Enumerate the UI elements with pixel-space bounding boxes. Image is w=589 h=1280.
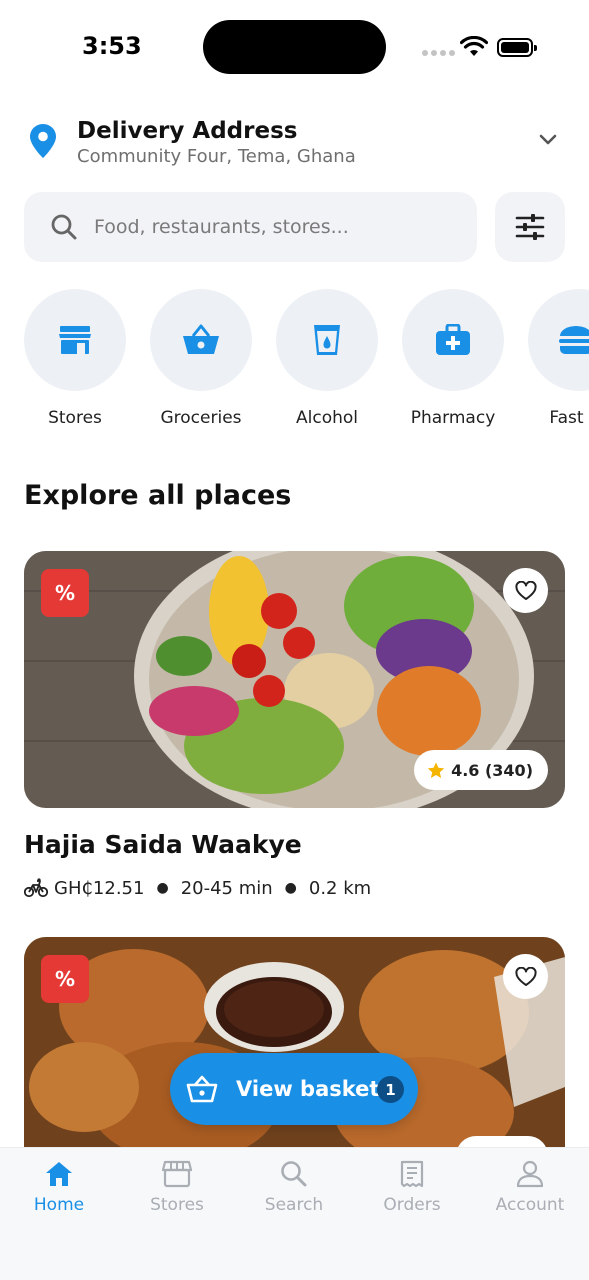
rating-pill bbox=[456, 1136, 548, 1147]
section-title: Explore all places bbox=[24, 480, 292, 511]
category-stores-circle[interactable] bbox=[24, 289, 126, 391]
delivery-fee: GH₵12.51 bbox=[54, 877, 145, 899]
category-fast-food-circle[interactable] bbox=[528, 289, 589, 391]
sliders-icon bbox=[515, 214, 545, 240]
tab-orders[interactable]: Orders bbox=[357, 1160, 467, 1215]
delivery-address: Community Four, Tema, Ghana bbox=[77, 146, 356, 167]
home-icon bbox=[46, 1162, 72, 1186]
tab-label: Account bbox=[495, 1195, 565, 1215]
category-alcohol[interactable]: Alcohol bbox=[276, 289, 378, 428]
promo-badge: % bbox=[41, 569, 89, 617]
receipt-icon bbox=[400, 1160, 424, 1188]
dynamic-island bbox=[203, 20, 386, 74]
distance: 0.2 km bbox=[308, 877, 372, 899]
star-icon bbox=[427, 762, 445, 778]
rating-pill: 4.6 (340) bbox=[414, 750, 548, 790]
category-pharmacy-circle[interactable] bbox=[402, 289, 504, 391]
glass-icon bbox=[314, 325, 340, 355]
category-alcohol-circle[interactable] bbox=[276, 289, 378, 391]
tab-home[interactable]: Home bbox=[4, 1160, 114, 1215]
filter-button[interactable] bbox=[495, 192, 565, 262]
location-pin-icon bbox=[30, 124, 56, 158]
tab-account[interactable]: Account bbox=[475, 1160, 585, 1215]
category-strip[interactable]: Stores Groceries Alcohol Pharmacy Fast bbox=[0, 289, 589, 439]
tab-label: Home bbox=[33, 1195, 85, 1215]
tab-label: Orders bbox=[383, 1195, 441, 1215]
basket-icon bbox=[183, 324, 219, 354]
category-groceries-circle[interactable] bbox=[150, 289, 252, 391]
view-basket-label: View basket bbox=[236, 1077, 380, 1101]
category-pharmacy[interactable]: Pharmacy bbox=[402, 289, 504, 428]
bottom-tab-bar: Home Stores Search Orders Account bbox=[0, 1147, 589, 1280]
delivery-time: 20-45 min bbox=[180, 877, 273, 899]
store-icon bbox=[162, 1160, 192, 1188]
separator-dot: ● bbox=[156, 880, 169, 896]
tab-label: Stores bbox=[150, 1195, 204, 1215]
basket-icon bbox=[186, 1075, 218, 1103]
heart-icon bbox=[514, 580, 537, 600]
place-name[interactable]: Hajia Saida Waakye bbox=[24, 830, 302, 859]
delivery-title: Delivery Address bbox=[77, 118, 298, 144]
bicycle-icon bbox=[24, 878, 48, 898]
favorite-button[interactable] bbox=[503, 954, 548, 999]
category-groceries[interactable]: Groceries bbox=[150, 289, 252, 428]
rating-text: 4.6 (340) bbox=[451, 760, 533, 780]
category-label: Fast Fo bbox=[549, 408, 589, 428]
category-fast-food[interactable]: Fast Fo bbox=[528, 289, 589, 428]
medical-bag-icon bbox=[436, 324, 470, 355]
user-icon bbox=[516, 1160, 544, 1188]
category-label: Groceries bbox=[160, 408, 242, 428]
category-label: Pharmacy bbox=[410, 408, 496, 428]
storefront-icon bbox=[59, 326, 91, 354]
promo-badge: % bbox=[41, 955, 89, 1003]
wifi-icon bbox=[460, 36, 488, 56]
cellular-signal-icon bbox=[422, 50, 455, 56]
basket-count-badge: 1 bbox=[377, 1076, 404, 1103]
place-meta: GH₵12.51 ● 20-45 min ● 0.2 km bbox=[24, 875, 371, 901]
delivery-address-selector[interactable]: Delivery Address Community Four, Tema, G… bbox=[24, 112, 565, 172]
search-icon bbox=[281, 1161, 307, 1187]
heart-icon bbox=[514, 966, 537, 986]
view-basket-button[interactable]: View basket 1 bbox=[170, 1053, 418, 1125]
search-bar[interactable] bbox=[24, 192, 477, 262]
category-label: Alcohol bbox=[296, 408, 358, 428]
battery-icon bbox=[497, 38, 537, 57]
category-stores[interactable]: Stores bbox=[24, 289, 126, 428]
status-bar: 3:53 bbox=[0, 0, 589, 95]
search-icon bbox=[51, 214, 77, 240]
tab-label: Search bbox=[264, 1195, 324, 1215]
tab-search[interactable]: Search bbox=[239, 1160, 349, 1215]
search-input[interactable] bbox=[94, 208, 454, 246]
status-time: 3:53 bbox=[82, 32, 142, 60]
separator-dot: ● bbox=[284, 880, 297, 896]
category-label: Stores bbox=[48, 408, 102, 428]
favorite-button[interactable] bbox=[503, 568, 548, 613]
burger-icon bbox=[559, 326, 589, 354]
tab-stores[interactable]: Stores bbox=[122, 1160, 232, 1215]
chevron-down-icon[interactable] bbox=[539, 134, 557, 146]
place-card-image[interactable]: % 4.6 (340) bbox=[24, 551, 565, 808]
